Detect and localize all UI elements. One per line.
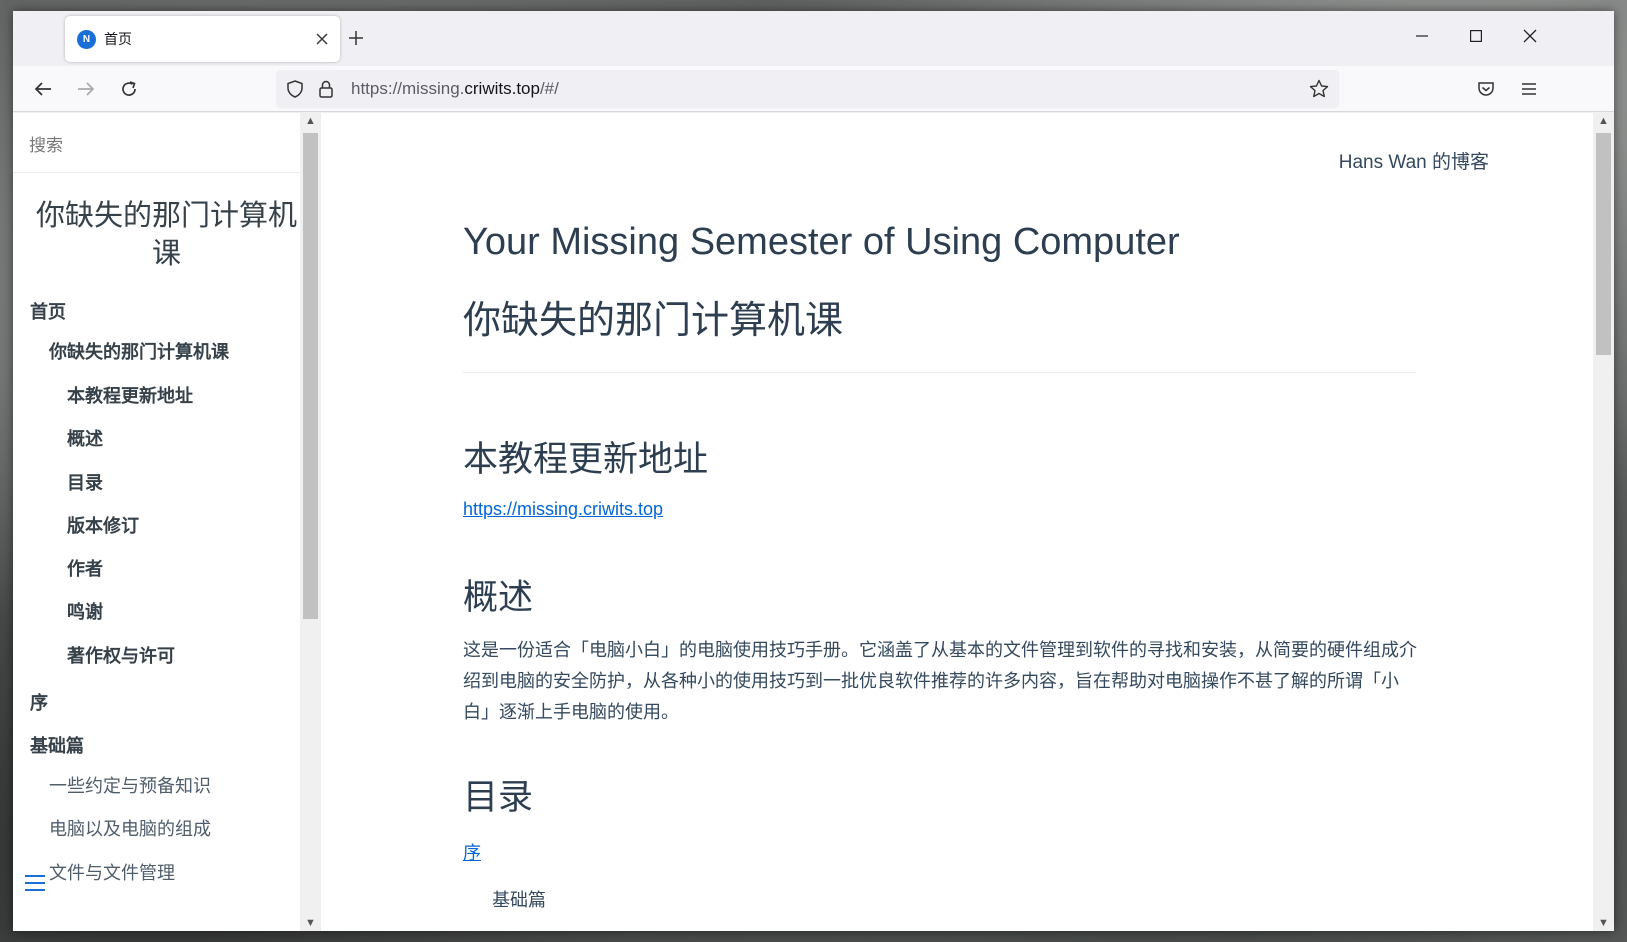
overview-paragraph: 这是一份适合「电脑小白」的电脑使用技巧手册。它涵盖了从基本的文件管理到软件的寻找… <box>463 640 1417 722</box>
main-scrollbar[interactable]: ▲ ▼ <box>1593 113 1614 931</box>
divider <box>463 372 1416 373</box>
main-content: Hans Wan 的博客 Your Missing Semester of Us… <box>322 113 1539 931</box>
sidebar-scrollbar[interactable]: ▲ ▼ <box>300 113 320 931</box>
sidebar-item[interactable]: 作者 <box>67 557 103 581</box>
minimize-button[interactable] <box>1407 23 1437 49</box>
site-favicon-icon: N <box>77 29 96 49</box>
browser-window: N 首页 https://missing.criwits.top/#/ 搜索 你… <box>13 11 1614 931</box>
url-bar[interactable]: https://missing.criwits.top/#/ <box>276 70 1339 108</box>
sidebar-item[interactable]: 鸣谢 <box>67 600 103 624</box>
sidebar: 搜索 你缺失的那门计算机课 首页 你缺失的那门计算机课 本教程更新地址 概述 目录 版本修… <box>13 113 321 931</box>
sidebar-item[interactable]: 概述 <box>67 427 103 451</box>
sidebar-item[interactable]: 文件与文件管理 <box>49 861 175 885</box>
forward-button[interactable] <box>71 74 101 104</box>
page-viewport: 搜索 你缺失的那门计算机课 首页 你缺失的那门计算机课 本教程更新地址 概述 目录 版本修… <box>13 113 1614 931</box>
scroll-down-icon[interactable]: ▼ <box>1598 917 1609 929</box>
sidebar-item[interactable]: 著作权与许可 <box>67 644 175 668</box>
arrow-left-icon <box>34 82 51 96</box>
reload-button[interactable] <box>114 74 144 104</box>
sidebar-item[interactable]: 目录 <box>67 471 103 495</box>
maximize-button[interactable] <box>1461 23 1491 49</box>
heading-update: 本教程更新地址 <box>463 440 709 479</box>
sidebar-item[interactable]: 本教程更新地址 <box>67 384 193 408</box>
tab-close-icon[interactable] <box>310 27 334 51</box>
app-menu-button[interactable] <box>1514 74 1544 104</box>
close-window-button[interactable] <box>1515 23 1545 49</box>
search-input[interactable]: 搜索 <box>13 113 320 173</box>
sidebar-item[interactable]: 你缺失的那门计算机课 <box>49 340 229 364</box>
sidebar-toggle-icon[interactable] <box>25 875 45 891</box>
tab-strip: N 首页 <box>13 11 1614 66</box>
blog-link[interactable]: Hans Wan 的博客 <box>1339 147 1489 174</box>
sidebar-title[interactable]: 你缺失的那门计算机课 <box>13 197 320 273</box>
scroll-down-icon[interactable]: ▼ <box>305 917 316 929</box>
toc-link-preface[interactable]: 序 <box>463 839 481 865</box>
pocket-button[interactable] <box>1471 74 1501 104</box>
heading-toc: 目录 <box>463 778 534 817</box>
main-scroll-thumb[interactable] <box>1596 133 1611 355</box>
back-button[interactable] <box>28 74 58 104</box>
new-tab-button[interactable] <box>343 25 369 51</box>
sidebar-item[interactable]: 一些约定与预备知识 <box>49 774 211 798</box>
nav-bar: https://missing.criwits.top/#/ <box>13 66 1614 112</box>
sidebar-item[interactable]: 序 <box>30 691 48 715</box>
url-text[interactable]: https://missing.criwits.top/#/ <box>351 79 559 99</box>
sidebar-scroll-thumb[interactable] <box>303 133 318 619</box>
pocket-icon <box>1478 82 1494 96</box>
sidebar-item[interactable]: 首页 <box>30 300 66 324</box>
toc-link-basics[interactable]: 基础篇 <box>492 886 546 912</box>
scroll-up-icon[interactable]: ▲ <box>305 115 316 127</box>
scroll-up-icon[interactable]: ▲ <box>1598 115 1609 127</box>
arrow-right-icon <box>78 82 95 96</box>
hamburger-menu-icon <box>1522 83 1536 95</box>
sidebar-item[interactable]: 版本修订 <box>67 514 139 538</box>
shield-icon[interactable] <box>287 80 303 98</box>
tab-home[interactable]: N 首页 <box>65 16 340 62</box>
sidebar-item[interactable]: 电脑以及电脑的组成 <box>49 817 211 841</box>
page-title-en: Your Missing Semester of Using Computer <box>463 221 1180 263</box>
sidebar-item[interactable]: 基础篇 <box>30 734 84 758</box>
heading-overview: 概述 <box>463 578 534 617</box>
update-link[interactable]: https://missing.criwits.top <box>463 499 663 520</box>
page-title-cn: 你缺失的那门计算机课 <box>463 300 844 342</box>
lock-icon[interactable] <box>319 80 333 98</box>
reload-icon <box>122 81 136 96</box>
tab-title: 首页 <box>104 31 132 47</box>
bookmark-star-icon[interactable] <box>1309 79 1329 99</box>
